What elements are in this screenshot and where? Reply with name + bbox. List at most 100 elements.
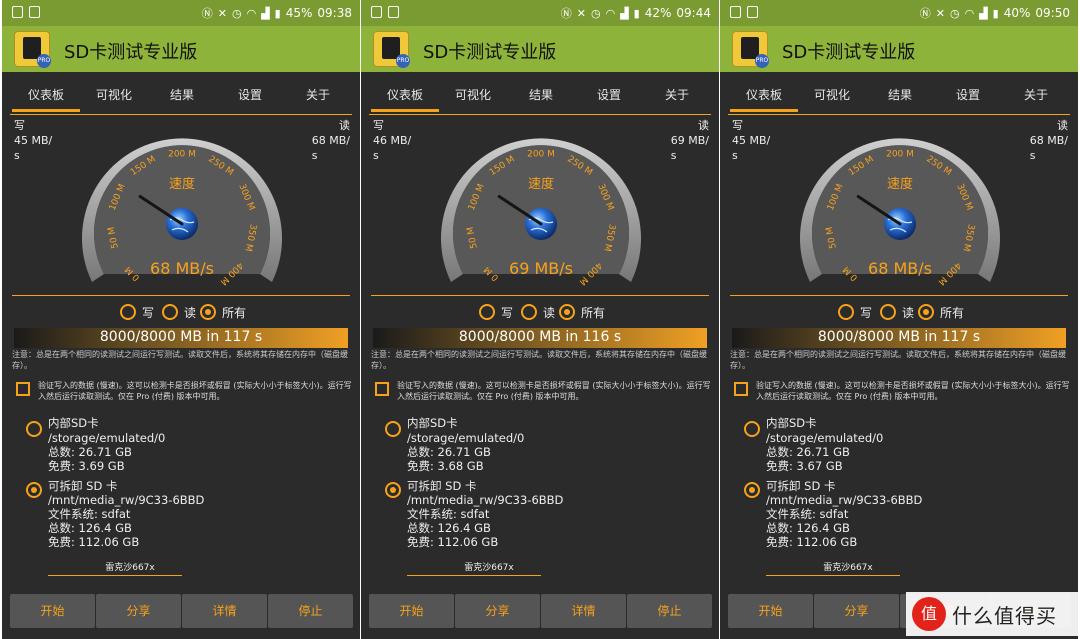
speed-gauge: 0 M50 M100 M150 M 200 M 250 M300 M350 M400… [800,138,1000,287]
write-option-label: 写 [142,306,155,320]
tab-bar: 仪表板 可视化 结果 设置 关于 [367,78,713,114]
divider [371,295,709,296]
nfc-icon: Ⓝ [560,7,572,20]
cache-note: 注意：总是在两个相同的读测试之间运行写测试。读取文件后，系统将其存储在内存中（磁… [12,350,348,370]
gauge-tick-label: 200 M [168,150,196,160]
read-radio[interactable] [521,304,537,320]
read-radio[interactable] [162,304,178,320]
verify-checkbox[interactable] [734,382,748,396]
write-option-label: 写 [860,306,873,320]
alarm-icon: ◷ [231,6,242,20]
app-title: SD卡测试专业版 [782,42,916,63]
all-radio[interactable] [200,304,216,320]
stop-button[interactable]: 停止 [268,594,353,628]
logo-mark: 值 [912,597,946,631]
read-label: 读 [698,119,709,132]
tab-about[interactable]: 关于 [1006,86,1066,103]
image-icon [388,6,399,18]
write-speed-value: 45 MB/ [14,134,53,147]
status-bar: Ⓝ ✕ ◷ ◠ ▟ ▮ 45% 09:38 [2,0,360,26]
verify-checkbox[interactable] [16,382,30,396]
wifi-icon: ◠ [246,6,257,20]
all-option-label: 所有 [581,306,606,320]
start-button[interactable]: 开始 [10,594,95,628]
read-label: 读 [1057,119,1068,132]
removable-storage-title: 可拆卸 SD 卡 [407,479,477,493]
image-icon [747,6,758,18]
share-button[interactable]: 分享 [814,594,899,628]
tab-about[interactable]: 关于 [647,86,707,103]
details-button[interactable]: 详情 [182,594,267,628]
share-button[interactable]: 分享 [455,594,540,628]
alarm-icon: ◷ [949,6,960,20]
tab-divider [369,114,711,115]
verify-checkbox[interactable] [375,382,389,396]
write-speed-value: 45 MB/ [732,134,771,147]
removable-storage-filesystem: 文件系统: sdfat [48,507,131,521]
internal-storage-path: /storage/emulated/0 [407,431,525,445]
sd-card-app-icon: PRO [373,31,410,68]
wifi-icon: ◠ [605,6,616,20]
tab-visualize[interactable]: 可视化 [802,86,862,103]
sd-card-app-icon: PRO [732,31,769,68]
tab-results[interactable]: 结果 [511,86,571,103]
share-button[interactable]: 分享 [96,594,181,628]
removable-storage-total: 总数: 126.4 GB [48,521,132,535]
removable-storage-free: 免费: 112.06 GB [48,535,140,549]
removable-storage-radio[interactable] [26,482,42,498]
all-radio[interactable] [918,304,934,320]
write-radio[interactable] [120,304,136,320]
start-button[interactable]: 开始 [728,594,813,628]
removable-storage-title: 可拆卸 SD 卡 [766,479,836,493]
tab-divider [10,114,352,115]
action-buttons: 开始 分享 详情 停止 [369,594,712,628]
tab-settings[interactable]: 设置 [220,86,280,103]
internal-storage-radio[interactable] [385,421,401,437]
write-label: 写 [732,119,743,132]
battery-percent: 42% [644,6,672,20]
removable-storage-radio[interactable] [385,482,401,498]
write-label: 写 [373,119,384,132]
tab-dashboard[interactable]: 仪表板 [12,86,80,112]
tab-results[interactable]: 结果 [870,86,930,103]
notification-icon [730,6,741,18]
battery-percent: 45% [285,6,313,20]
tab-results[interactable]: 结果 [152,86,212,103]
write-speed-value: 46 MB/ [373,134,412,147]
removable-storage-radio[interactable] [744,482,760,498]
removable-storage-path: /mnt/media_rw/9C33-6BBD [407,493,564,507]
internal-storage-radio[interactable] [744,421,760,437]
watermark-label: 雷克沙667x [105,563,155,573]
status-bar: Ⓝ ✕ ◷ ◠ ▟ ▮ 40% 09:50 [720,0,1078,26]
tab-dashboard[interactable]: 仪表板 [371,86,439,112]
write-speed: 写 46 MB/ s [373,118,411,163]
removable-storage-free: 免费: 112.06 GB [766,535,858,549]
write-speed: 写 45 MB/ s [14,118,52,163]
site-logo: 值 什么值得买 [906,592,1078,636]
stop-button[interactable]: 停止 [627,594,712,628]
system-icons: Ⓝ ✕ ◷ ◠ ▟ ▮ 45% 09:38 [202,5,352,21]
write-speed-unit: s [373,149,379,162]
start-button[interactable]: 开始 [369,594,454,628]
tab-about[interactable]: 关于 [288,86,348,103]
internal-storage-radio[interactable] [26,421,42,437]
tab-dashboard[interactable]: 仪表板 [730,86,798,112]
tab-visualize[interactable]: 可视化 [84,86,144,103]
battery-icon: ▮ [274,6,281,20]
all-radio[interactable] [559,304,575,320]
gauge-speed-label: 速度 [528,176,554,192]
gauge-value: 68 MB/s [868,259,932,278]
tab-settings[interactable]: 设置 [579,86,639,103]
progress-text: 8000/8000 MB in 117 s [99,329,263,345]
app-bar: PRO SD卡测试专业版 [2,26,360,72]
write-radio[interactable] [838,304,854,320]
write-radio[interactable] [479,304,495,320]
verify-description: 验证写入的数据 (慢速)。这可以检测卡是否损坏或假冒 (实际大小小于标签大小)。… [756,381,1070,401]
details-button[interactable]: 详情 [541,594,626,628]
tab-settings[interactable]: 设置 [938,86,998,103]
mute-icon: ✕ [217,6,227,20]
tab-visualize[interactable]: 可视化 [443,86,503,103]
nfc-icon: Ⓝ [201,7,213,20]
logo-text: 什么值得买 [952,603,1057,628]
read-radio[interactable] [880,304,896,320]
